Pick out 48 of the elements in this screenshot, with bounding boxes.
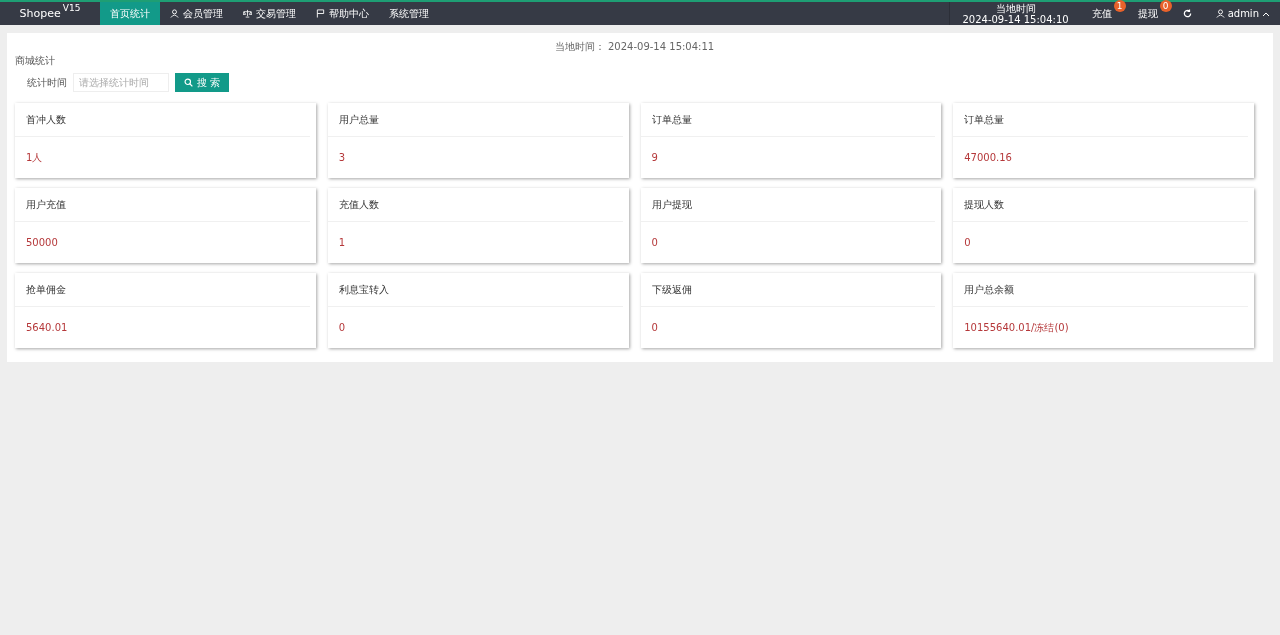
count-badge: 0	[1159, 0, 1172, 12]
stat-value: 9	[650, 151, 659, 165]
nav-tab[interactable]: 帮助中心	[306, 2, 379, 25]
stat-value: 3	[337, 151, 347, 165]
user-icon	[170, 9, 179, 18]
stat-value: 47000.16	[963, 151, 1013, 165]
clock-label: 当地时间	[995, 2, 1036, 14]
stat-value: 1	[337, 236, 347, 250]
notification-link[interactable]: 提现 0	[1126, 2, 1173, 25]
stat-title: 订单总量	[953, 103, 1248, 137]
flag-icon	[316, 9, 325, 18]
nav-tab[interactable]: 会员管理	[160, 2, 233, 25]
stat-title: 首冲人数	[15, 103, 310, 137]
stat-value: 10155640.01/冻结(0)	[963, 320, 1070, 335]
search-icon	[184, 78, 193, 87]
stat-title: 利息宝转入	[327, 273, 623, 307]
count-badge: 1	[1113, 0, 1126, 12]
user-icon	[1215, 9, 1225, 18]
stat-value: 1人	[25, 150, 44, 165]
stat-value: 50000	[25, 236, 59, 250]
stat-value: 0	[337, 321, 347, 335]
stat-value: 0	[650, 236, 659, 250]
stat-value: 0	[963, 236, 972, 250]
stat-value: 5640.01	[25, 321, 69, 335]
panel-title: 商城统计	[15, 54, 56, 68]
date-field[interactable]: 请选择统计时间	[73, 73, 169, 92]
user-menu[interactable]: admin	[1201, 2, 1280, 25]
stat-title: 提现人数	[953, 188, 1248, 222]
stat-title: 用户总余额	[953, 273, 1248, 307]
notification-link[interactable]: 充值 1	[1080, 2, 1127, 25]
filter-label: 统计时间	[27, 75, 67, 90]
stat-title: 充值人数	[327, 188, 623, 222]
stat-title: 用户提现	[640, 188, 936, 222]
stat-title: 订单总量	[640, 103, 936, 137]
scale-icon	[243, 9, 252, 18]
stat-title: 用户总量	[327, 103, 623, 137]
logo-text: Shopee	[19, 7, 61, 20]
local-time-text: 当地时间： 2024-09-14 15:04:11	[554, 40, 715, 54]
clock-value: 2024-09-14 15:04:10	[962, 13, 1069, 25]
stat-title: 用户充值	[15, 188, 310, 222]
refresh-icon[interactable]	[1182, 9, 1192, 18]
stat-title: 抢单佣金	[15, 273, 310, 307]
nav-tab[interactable]: 交易管理	[233, 2, 306, 25]
version-label: V15	[62, 3, 81, 13]
caret-icon	[1262, 10, 1270, 17]
nav-tab[interactable]: 系统管理	[379, 2, 439, 25]
stat-value: 0	[650, 321, 659, 335]
stat-title: 下级返佣	[640, 273, 936, 307]
